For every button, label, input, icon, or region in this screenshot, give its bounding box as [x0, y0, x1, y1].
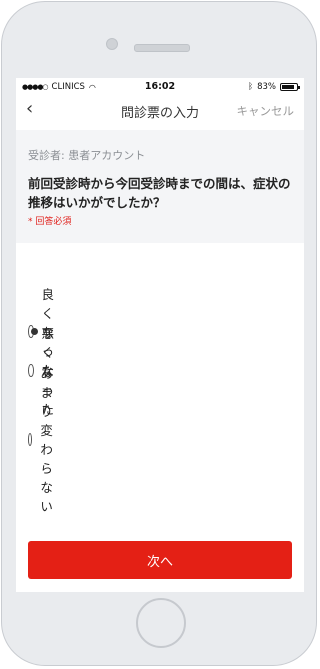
option-unchanged[interactable]: あまり変わらない — [28, 363, 62, 515]
bluetooth-icon: ᛒ — [247, 82, 254, 92]
status-bar: ●●●●○ CLINICS ◠ 16:02 ᛒ 83% — [16, 78, 304, 96]
battery-percent: 83% — [257, 82, 276, 92]
app-screen: ●●●●○ CLINICS ◠ 16:02 ᛒ 83% ‹ 問診票の入力 キャン… — [16, 78, 304, 592]
earpiece-speaker — [134, 44, 190, 52]
question-text: 前回受診時から今回受診時までの間は、症状の推移はいかがでしたか？ — [28, 176, 291, 210]
next-button[interactable]: 次へ — [28, 541, 292, 579]
nav-bar: ‹ 問診票の入力 キャンセル — [16, 98, 304, 124]
option-label: あまり変わらない — [40, 366, 53, 514]
battery-icon — [280, 83, 300, 91]
home-button[interactable] — [136, 598, 186, 648]
cancel-button[interactable]: キャンセル — [237, 103, 295, 119]
question-panel: 受診者: 患者アカウント 前回受診時から今回受診時までの間は、症状の推移はいかが… — [16, 130, 304, 243]
required-note: * 回答必須 — [28, 217, 72, 227]
radio-icon[interactable] — [28, 432, 33, 446]
patient-label: 受診者: 患者アカウント — [28, 149, 146, 162]
front-camera — [106, 38, 118, 50]
